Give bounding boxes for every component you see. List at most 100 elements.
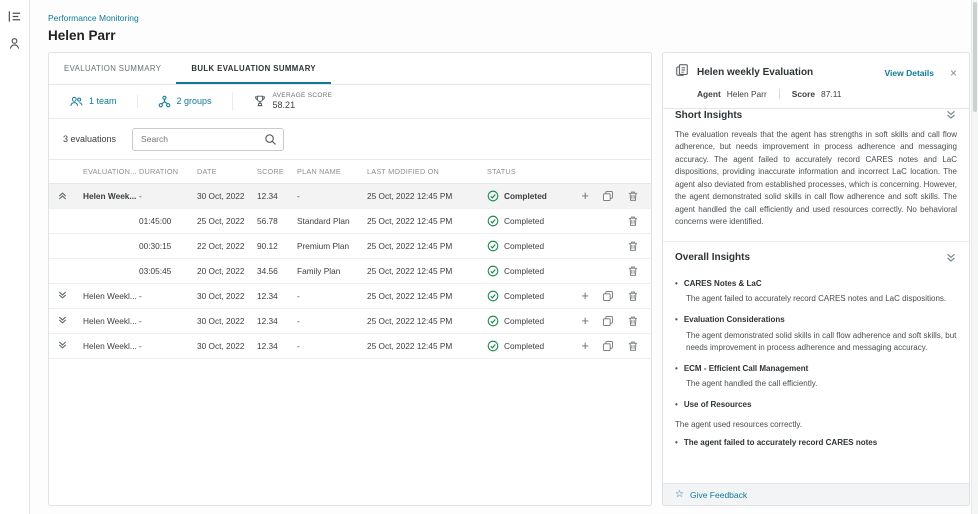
insight-text: The agent demonstrated solid skills in c… [686, 330, 957, 354]
collapse-short-insights-icon[interactable] [945, 109, 957, 121]
bullet-icon: • [675, 400, 678, 410]
insight-title: Evaluation Considerations [684, 315, 785, 325]
scrollbar-thumb[interactable] [973, 2, 977, 112]
main-content: Performance Monitoring Helen Parr EVALUA… [30, 0, 978, 514]
panel-body: Short Insights The evaluation reveals th… [663, 99, 969, 504]
give-feedback-label: Give Feedback [690, 490, 747, 500]
row-actions: + [579, 240, 639, 252]
row-expander[interactable] [57, 315, 83, 326]
evaluation-detail-panel: Helen weekly Evaluation View Details × A… [662, 52, 970, 506]
page-scrollbar[interactable] [971, 0, 978, 514]
short-insights-heading: Short Insights [675, 110, 742, 121]
column-status[interactable]: STATUS [487, 167, 579, 176]
evaluation-name-cell: Helen Weekl... [83, 316, 139, 326]
row-expander[interactable] [57, 290, 83, 301]
menu-icon[interactable] [6, 7, 24, 25]
column-last-modified[interactable]: LAST MODIFIED ON [367, 167, 487, 176]
insight-title: Use of Resources [684, 400, 752, 410]
completed-check-icon [487, 190, 499, 202]
column-duration[interactable]: DURATION [139, 167, 197, 176]
status-text: Completed [504, 216, 544, 226]
bullet-icon: • [675, 364, 678, 374]
delete-icon[interactable] [627, 190, 639, 202]
insight-text: The agent handled the call efficiently. [686, 378, 957, 390]
table-row[interactable]: 00:30:15 22 Oct, 2022 90.12 Premium Plan… [49, 234, 651, 259]
row-expander[interactable] [57, 190, 83, 201]
score-cell: 34.56 [257, 266, 297, 276]
column-date[interactable]: DATE [197, 167, 257, 176]
add-icon[interactable]: + [581, 191, 589, 201]
user-icon[interactable] [6, 34, 24, 52]
table-row[interactable]: 03:05:45 20 Oct, 2022 34.56 Family Plan … [49, 259, 651, 284]
row-actions: + [579, 290, 639, 302]
score-cell: 12.34 [257, 191, 297, 201]
page-title: Helen Parr [48, 28, 970, 43]
completed-check-icon [487, 240, 499, 252]
duration-cell: 00:30:15 [139, 241, 197, 251]
plan-name-cell: Standard Plan [297, 216, 367, 226]
duration-cell: - [139, 291, 197, 301]
insight-item: • Use of Resources [675, 400, 957, 410]
copy-icon[interactable] [602, 190, 614, 202]
delete-icon[interactable] [627, 240, 639, 252]
column-plan-name[interactable]: PLAN NAME [297, 167, 367, 176]
copy-icon[interactable] [602, 340, 614, 352]
copy-icon[interactable] [602, 290, 614, 302]
left-rail [0, 0, 30, 514]
copy-icon[interactable] [602, 315, 614, 327]
row-expander[interactable] [57, 340, 83, 351]
evaluation-name-cell: Helen Week... [83, 191, 139, 201]
stats-bar: 1 team 2 groups [49, 85, 651, 119]
last-modified-cell: 25 Oct, 2022 12:45 PM [367, 291, 487, 301]
add-icon[interactable]: + [581, 341, 589, 351]
status-cell: Completed [487, 215, 579, 227]
add-icon[interactable]: + [581, 291, 589, 301]
table-row[interactable]: Helen Week... - 30 Oct, 2022 12.34 - 25 … [49, 184, 651, 209]
last-modified-cell: 25 Oct, 2022 12:45 PM [367, 241, 487, 251]
table-toolbar: 3 evaluations [49, 119, 651, 159]
close-icon[interactable]: × [950, 68, 957, 78]
score-cell: 90.12 [257, 241, 297, 251]
overall-insights-list: • CARES Notes & LaC The agent failed to … [675, 279, 957, 411]
table-body: Helen Week... - 30 Oct, 2022 12.34 - 25 … [49, 184, 651, 505]
last-modified-cell: 25 Oct, 2022 12:45 PM [367, 266, 487, 276]
status-text: Completed [504, 341, 544, 351]
status-text: Completed [504, 266, 544, 276]
tab-evaluation-summary[interactable]: EVALUATION SUMMARY [49, 53, 176, 84]
search-input[interactable] [132, 128, 284, 151]
date-cell: 30 Oct, 2022 [197, 316, 257, 326]
table-row[interactable]: Helen Weekl... - 30 Oct, 2022 12.34 - 25… [49, 334, 651, 359]
score-value: 87.11 [821, 89, 841, 99]
delete-icon[interactable] [627, 290, 639, 302]
view-details-link[interactable]: View Details [885, 68, 934, 78]
table-row[interactable]: 01:45:00 25 Oct, 2022 56.78 Standard Pla… [49, 209, 651, 234]
breadcrumb[interactable]: Performance Monitoring [48, 13, 139, 23]
duration-cell: - [139, 341, 197, 351]
give-feedback-button[interactable]: ☆ Give Feedback [663, 483, 969, 505]
plan-name-cell: Family Plan [297, 266, 367, 276]
table-row[interactable]: Helen Weekl... - 30 Oct, 2022 12.34 - 25… [49, 309, 651, 334]
delete-icon[interactable] [627, 215, 639, 227]
column-score[interactable]: SCORE [257, 167, 297, 176]
panel-subheader: Agent Helen Parr Score 87.11 [675, 89, 957, 99]
collapse-overall-insights-icon[interactable] [945, 252, 957, 264]
search-box [132, 128, 284, 151]
status-text: Completed [504, 316, 544, 326]
tab-bulk-evaluation-summary[interactable]: BULK EVALUATION SUMMARY [176, 53, 331, 84]
add-icon[interactable]: + [581, 316, 589, 326]
delete-icon[interactable] [627, 265, 639, 277]
delete-icon[interactable] [627, 340, 639, 352]
delete-icon[interactable] [627, 315, 639, 327]
completed-check-icon [487, 215, 499, 227]
column-evaluation[interactable]: EVALUATION... [83, 167, 139, 176]
average-score-value: 58.21 [273, 100, 333, 111]
last-modified-cell: 25 Oct, 2022 12:45 PM [367, 316, 487, 326]
plan-name-cell: - [297, 316, 367, 326]
row-actions: + [579, 340, 639, 352]
completed-check-icon [487, 290, 499, 302]
table-row[interactable]: Helen Weekl... - 30 Oct, 2022 12.34 - 25… [49, 284, 651, 309]
collapse-row-icon [57, 190, 68, 201]
status-cell: Completed [487, 340, 579, 352]
last-modified-cell: 25 Oct, 2022 12:45 PM [367, 216, 487, 226]
last-modified-cell: 25 Oct, 2022 12:45 PM [367, 191, 487, 201]
